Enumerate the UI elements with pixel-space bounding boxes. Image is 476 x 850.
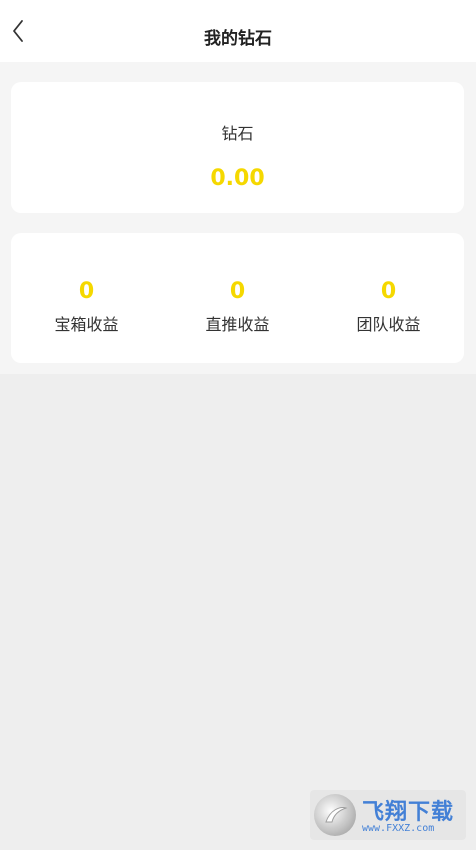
top-bar: 我的钻石	[0, 0, 476, 62]
diamond-label: 钻石	[221, 124, 254, 143]
watermark-url: www.FXXZ.com	[362, 823, 435, 834]
chest-earnings[interactable]: 0 宝箱收益	[11, 277, 162, 335]
content-area: 钻石 0.00 0 宝箱收益 0 直推收益 0 团队收益	[0, 62, 476, 374]
team-earnings[interactable]: 0 团队收益	[313, 277, 464, 335]
watermark-text: 飞翔下载	[362, 800, 455, 825]
team-earnings-label: 团队收益	[356, 315, 421, 334]
direct-earnings-value: 0	[229, 279, 246, 304]
page-title: 我的钻石	[204, 29, 272, 49]
chest-earnings-label: 宝箱收益	[54, 315, 119, 334]
direct-earnings[interactable]: 0 直推收益	[162, 277, 313, 335]
chest-earnings-value: 0	[78, 279, 95, 304]
team-earnings-value: 0	[380, 279, 397, 304]
earnings-card: 0 宝箱收益 0 直推收益 0 团队收益	[11, 233, 464, 363]
diamond-balance-card: 钻石 0.00	[11, 82, 464, 213]
watermark: 飞翔下载 www.FXXZ.com	[310, 790, 466, 840]
diamond-value: 0.00	[210, 166, 265, 191]
direct-earnings-label: 直推收益	[205, 315, 270, 334]
watermark-logo-icon	[314, 794, 356, 836]
